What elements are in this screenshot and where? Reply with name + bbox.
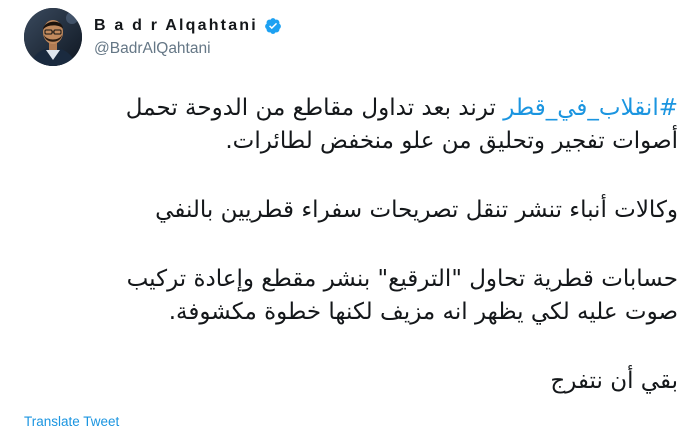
- tweet-line-4: حسابات قطرية تحاول "الترقيع" بنشر مقطع و…: [126, 266, 678, 292]
- tweet-line-6: بقي أن نتفرج: [550, 368, 678, 394]
- tweet-header: B a d r Alqahtani @BadrAlQahtani: [24, 8, 282, 66]
- verified-badge-icon: [264, 17, 282, 35]
- avatar-photo: [24, 8, 82, 66]
- name-row: B a d r Alqahtani: [94, 17, 282, 35]
- tweet-line-3: وكالات أنباء تنشر تنقل تصريحات سفراء قطر…: [155, 197, 678, 223]
- hashtag-link[interactable]: #انقلاب_في_قطر: [503, 95, 678, 121]
- display-name[interactable]: B a d r Alqahtani: [94, 17, 258, 35]
- user-handle[interactable]: @BadrAlQahtani: [94, 40, 282, 58]
- tweet-line-1: #انقلاب_في_قطر ترند بعد تداول مقاطع من ا…: [20, 92, 678, 125]
- tweet-line-5: صوت عليه لكي يظهر انه مزيف لكنها خطوة مك…: [168, 299, 678, 325]
- user-info: B a d r Alqahtani @BadrAlQahtani: [94, 17, 282, 58]
- tweet-line-2: أصوات تفجير وتحليق من علو منخفض لطائرات.: [225, 128, 678, 154]
- translate-tweet-link[interactable]: Translate Tweet: [24, 414, 119, 429]
- avatar[interactable]: [24, 8, 82, 66]
- tweet-card: B a d r Alqahtani @BadrAlQahtani #انقلاب…: [0, 0, 700, 431]
- tweet-text: #انقلاب_في_قطر ترند بعد تداول مقاطع من ا…: [20, 92, 678, 398]
- tweet-line-1-text: ترند بعد تداول مقاطع من الدوحة تحمل: [125, 95, 504, 121]
